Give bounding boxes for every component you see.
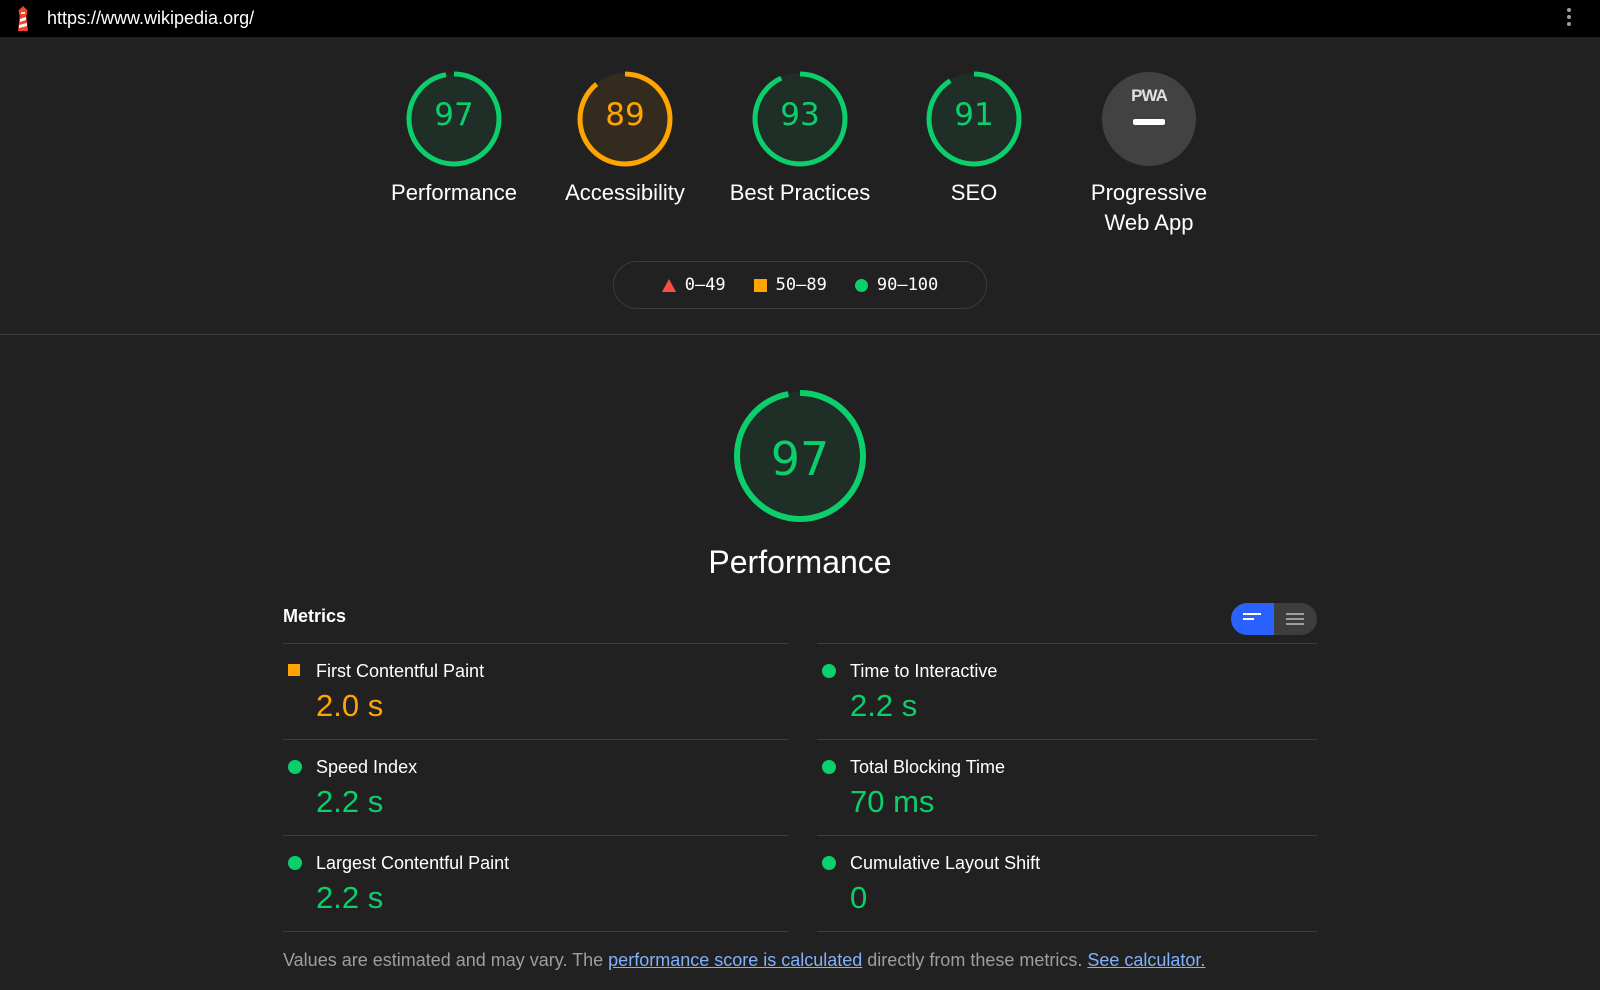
- metric-label: Largest Contentful Paint: [316, 853, 510, 873]
- metrics-footnote: Values are estimated and may vary. The p…: [283, 950, 1205, 971]
- score-calculation-link[interactable]: performance score is calculated: [608, 950, 862, 970]
- circle-icon: [822, 856, 836, 870]
- metric-value: 2.2 s: [850, 688, 918, 723]
- gauge-pwa-label-line2: Web App: [1104, 210, 1194, 235]
- metric-label: Total Blocking Time: [850, 757, 1006, 777]
- performance-score-large: 97: [770, 432, 830, 486]
- gauge-accessibility[interactable]: 89 Accessibility: [550, 70, 700, 208]
- metrics-left-column: First Contentful Paint 2.0 s Speed Index…: [283, 643, 788, 932]
- circle-icon: [288, 760, 302, 774]
- triangle-icon: [661, 278, 676, 292]
- performance-gauge-large: 97 Performance: [700, 388, 900, 581]
- circle-icon: [854, 278, 868, 292]
- gauge-pwa[interactable]: PWA Progressive Web App: [1069, 70, 1229, 238]
- metric-cumulative-layout-shift: Cumulative Layout Shift 0: [817, 835, 1317, 932]
- gauge-seo-score: 91: [954, 97, 994, 133]
- gauge-best-practices[interactable]: 93 Best Practices: [720, 70, 880, 208]
- metric-value: 2.0 s: [316, 688, 384, 723]
- pwa-badge-text: PWA: [1131, 86, 1168, 105]
- metric-speed-index: Speed Index 2.2 s: [283, 739, 788, 835]
- metric-value: 2.2 s: [316, 784, 384, 819]
- legend-fail-range: 0–49: [684, 275, 726, 295]
- circle-icon: [822, 664, 836, 678]
- compact-view-icon[interactable]: [1231, 603, 1274, 635]
- gauge-pwa-label-line1: Progressive: [1090, 180, 1208, 205]
- metric-value: 70 ms: [850, 784, 935, 819]
- performance-title: Performance: [708, 544, 892, 580]
- metrics-header: Metrics: [283, 606, 347, 626]
- metric-total-blocking-time: Total Blocking Time 70 ms: [817, 739, 1317, 835]
- legend-average: 50–89: [753, 275, 827, 295]
- gauge-performance-label: Performance: [391, 180, 517, 205]
- browser-bar: https://www.wikipedia.org/: [0, 0, 1600, 37]
- metric-value: 2.2 s: [316, 880, 384, 915]
- gauge-performance[interactable]: 97 Performance: [379, 70, 529, 208]
- score-legend: 0–49 50–89 90–100: [613, 261, 987, 309]
- gauge-best-practices-score: 93: [780, 97, 820, 133]
- square-icon: [753, 278, 767, 292]
- expanded-view-icon[interactable]: [1274, 603, 1317, 635]
- square-icon: [288, 664, 300, 676]
- lighthouse-icon: [18, 6, 28, 31]
- footnote-text-1: Values are estimated and may vary. The: [283, 950, 609, 970]
- gauge-seo[interactable]: 91 SEO: [899, 70, 1049, 208]
- gauge-seo-label: SEO: [950, 180, 998, 205]
- metrics-right-column: Time to Interactive 2.2 s Total Blocking…: [817, 643, 1317, 932]
- section-divider: [0, 334, 1600, 335]
- kebab-menu-icon[interactable]: [1563, 8, 1575, 30]
- footnote-text-2: directly from these metrics.: [862, 950, 1088, 970]
- legend-pass: 90–100: [854, 275, 939, 295]
- circle-icon: [288, 856, 302, 870]
- gauge-accessibility-score: 89: [605, 97, 645, 133]
- gauge-performance-score: 97: [434, 97, 474, 133]
- legend-average-range: 50–89: [775, 275, 827, 295]
- metrics-view-toggle: [1231, 603, 1317, 635]
- metric-label: First Contentful Paint: [316, 661, 485, 681]
- metric-label: Cumulative Layout Shift: [850, 853, 1041, 873]
- legend-pass-range: 90–100: [876, 275, 939, 295]
- url-text: https://www.wikipedia.org/: [47, 8, 255, 28]
- metric-largest-contentful-paint: Largest Contentful Paint 2.2 s: [283, 835, 788, 932]
- see-calculator-link[interactable]: See calculator.: [1087, 950, 1205, 970]
- gauge-accessibility-label: Accessibility: [565, 180, 685, 205]
- metric-label: Time to Interactive: [850, 661, 998, 681]
- metric-time-to-interactive: Time to Interactive 2.2 s: [817, 643, 1317, 739]
- metric-value: 0: [850, 880, 868, 915]
- circle-icon: [822, 760, 836, 774]
- pwa-badge-icon: [1102, 72, 1196, 166]
- metric-label: Speed Index: [316, 757, 418, 777]
- metric-first-contentful-paint: First Contentful Paint 2.0 s: [283, 643, 788, 739]
- legend-fail: 0–49: [661, 275, 726, 295]
- gauge-best-practices-label: Best Practices: [729, 180, 871, 205]
